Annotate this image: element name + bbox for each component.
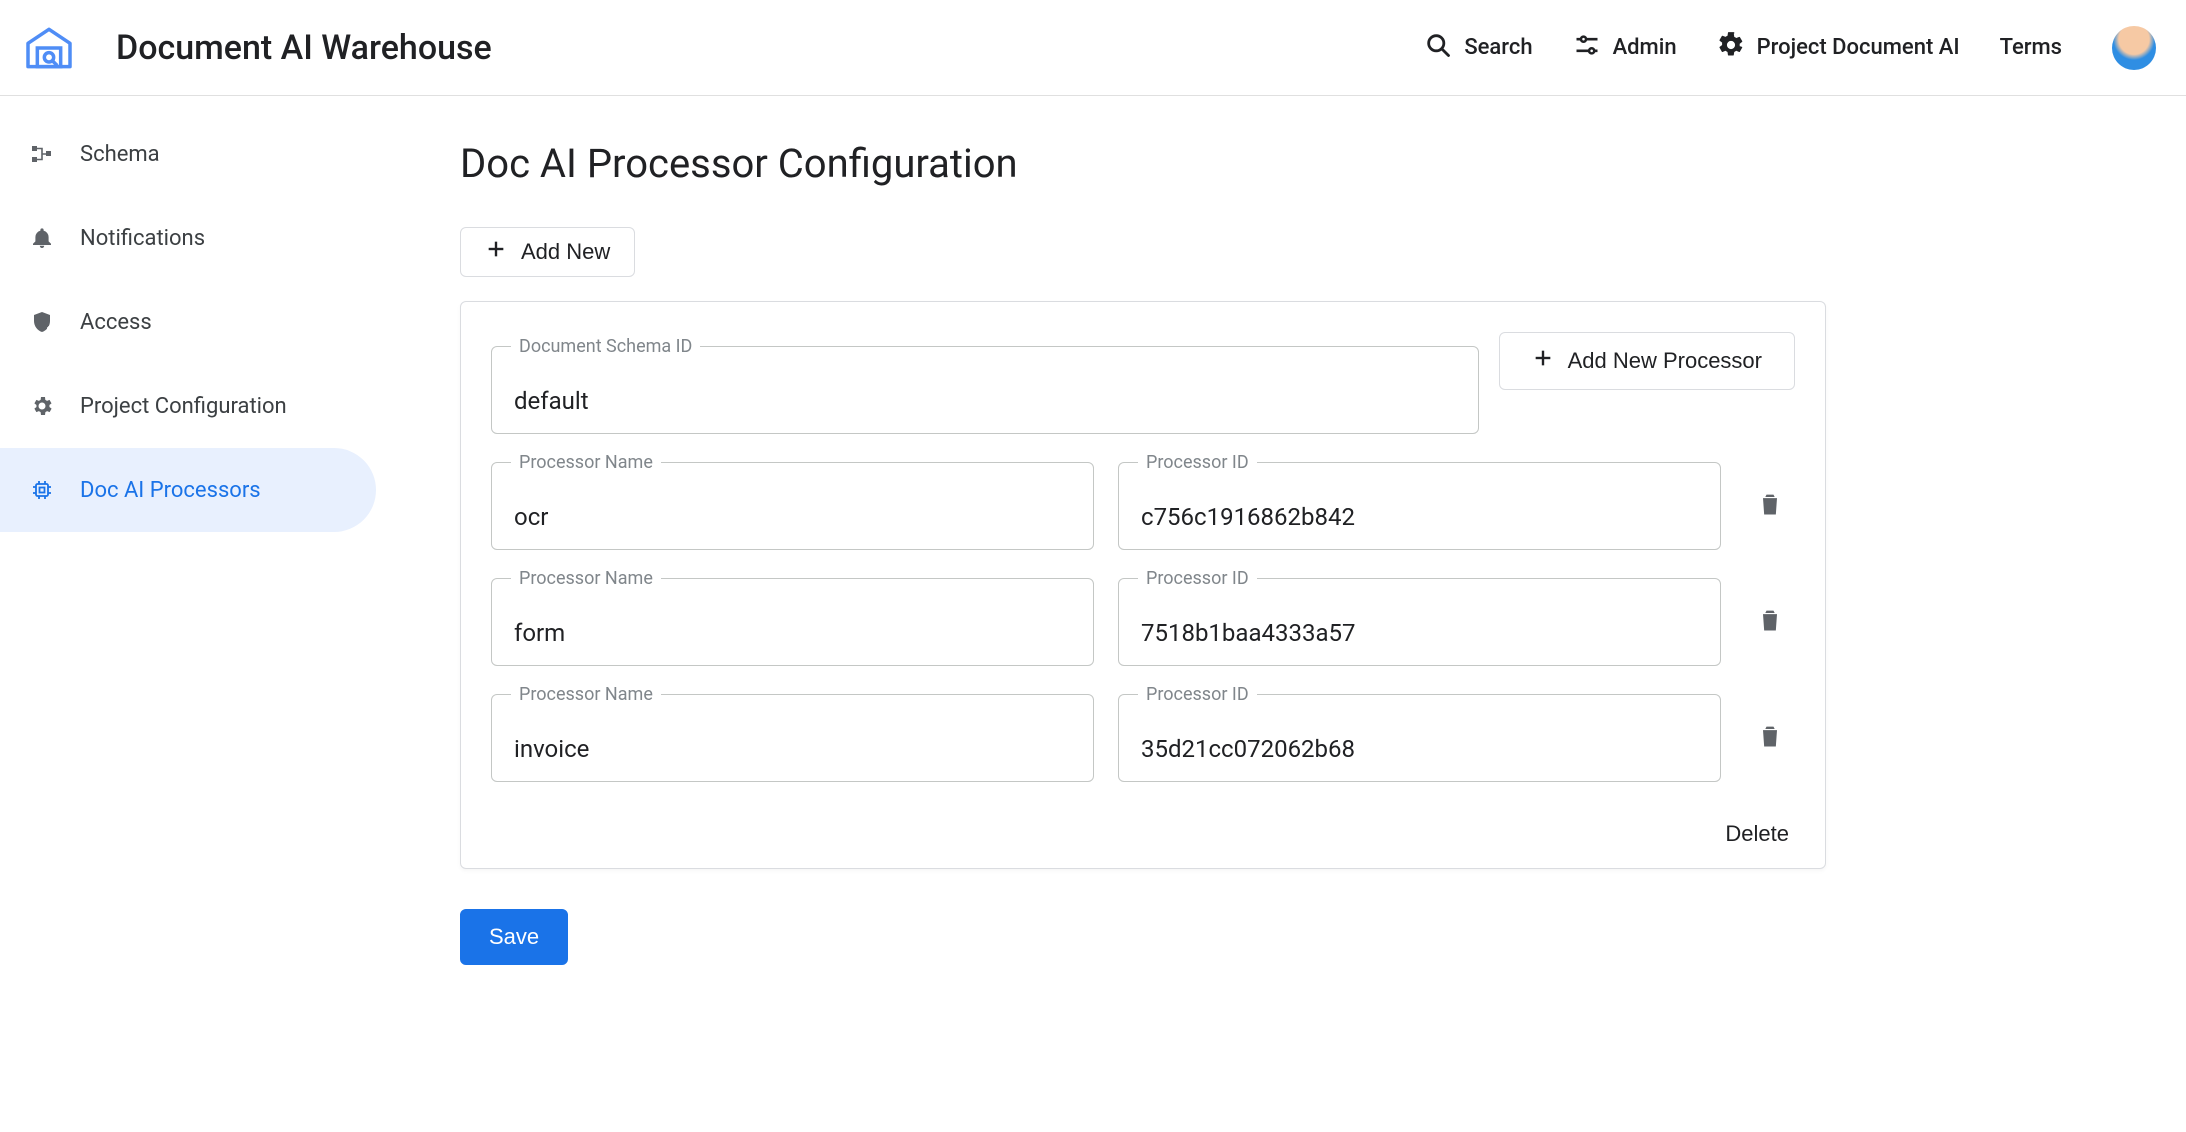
gear-icon — [28, 394, 56, 418]
bell-icon — [28, 226, 56, 250]
schema-id-field: Document Schema ID — [491, 346, 1479, 434]
processor-name-input[interactable] — [491, 462, 1094, 550]
sidebar-item-access[interactable]: Access — [0, 280, 376, 364]
processor-name-label: Processor Name — [511, 568, 661, 589]
sidebar-item-label: Access — [80, 310, 152, 335]
warehouse-logo-icon — [18, 17, 80, 79]
processor-name-label: Processor Name — [511, 452, 661, 473]
sidebar-item-notifications[interactable]: Notifications — [0, 196, 376, 280]
delete-processor-button[interactable] — [1745, 606, 1795, 638]
add-new-button[interactable]: Add New — [460, 227, 635, 277]
search-label: Search — [1464, 35, 1532, 60]
search-icon — [1424, 31, 1452, 65]
plus-icon — [1532, 347, 1554, 375]
logo-wrap: Document AI Warehouse — [18, 17, 492, 79]
page-title: Doc AI Processor Configuration — [460, 140, 1826, 187]
processor-id-field: Processor ID — [1118, 694, 1721, 782]
user-avatar[interactable] — [2112, 26, 2156, 70]
sidebar-item-doc-ai-processors[interactable]: Doc AI Processors — [0, 448, 376, 532]
processor-name-label: Processor Name — [511, 684, 661, 705]
trash-icon — [1756, 606, 1784, 638]
chip-icon — [28, 478, 56, 502]
processor-row: Processor Name Processor ID — [491, 564, 1795, 666]
header-actions: Search Admin Project Document AI Terms — [1424, 26, 2156, 70]
processor-id-label: Processor ID — [1138, 568, 1257, 589]
processor-row: Processor Name Processor ID — [491, 448, 1795, 550]
schema-icon — [28, 142, 56, 166]
search-action[interactable]: Search — [1424, 31, 1532, 65]
processor-name-field: Processor Name — [491, 578, 1094, 666]
processor-row: Processor Name Processor ID — [491, 680, 1795, 782]
sidebar-item-label: Schema — [80, 142, 160, 167]
sidebar-item-label: Doc AI Processors — [80, 478, 261, 503]
sidebar-item-schema[interactable]: Schema — [0, 112, 376, 196]
processor-id-field: Processor ID — [1118, 578, 1721, 666]
save-button[interactable]: Save — [460, 909, 568, 965]
delete-processor-button[interactable] — [1745, 722, 1795, 754]
plus-icon — [485, 238, 507, 266]
project-action[interactable]: Project Document AI — [1717, 31, 1960, 65]
delete-card-button[interactable]: Delete — [1719, 820, 1795, 848]
schema-id-label: Document Schema ID — [511, 336, 700, 357]
trash-icon — [1756, 490, 1784, 522]
processor-name-field: Processor Name — [491, 462, 1094, 550]
sidebar: Schema Notifications Access Project Conf… — [0, 96, 380, 1132]
processor-id-field: Processor ID — [1118, 462, 1721, 550]
add-new-processor-label: Add New Processor — [1568, 348, 1762, 374]
delete-processor-button[interactable] — [1745, 490, 1795, 522]
processor-id-label: Processor ID — [1138, 452, 1257, 473]
admin-action[interactable]: Admin — [1573, 31, 1677, 65]
main-content: Doc AI Processor Configuration Add New D… — [380, 96, 2186, 1132]
terms-action[interactable]: Terms — [2000, 35, 2062, 60]
add-new-processor-button[interactable]: Add New Processor — [1499, 332, 1795, 390]
processor-name-field: Processor Name — [491, 694, 1094, 782]
gear-icon — [1717, 31, 1745, 65]
schema-id-input[interactable] — [491, 346, 1479, 434]
shield-plus-icon — [28, 310, 56, 334]
project-label: Project Document AI — [1757, 35, 1960, 60]
processor-config-card: Document Schema ID Add New Processor Pro… — [460, 301, 1826, 869]
sidebar-item-label: Project Configuration — [80, 394, 287, 419]
processor-id-input[interactable] — [1118, 694, 1721, 782]
tune-icon — [1573, 31, 1601, 65]
add-new-label: Add New — [521, 239, 610, 265]
processor-name-input[interactable] — [491, 578, 1094, 666]
processor-id-input[interactable] — [1118, 578, 1721, 666]
terms-label: Terms — [2000, 35, 2062, 60]
processor-id-label: Processor ID — [1138, 684, 1257, 705]
app-title: Document AI Warehouse — [116, 28, 492, 68]
sidebar-item-label: Notifications — [80, 226, 205, 251]
processor-name-input[interactable] — [491, 694, 1094, 782]
trash-icon — [1756, 722, 1784, 754]
sidebar-item-project-config[interactable]: Project Configuration — [0, 364, 376, 448]
admin-label: Admin — [1613, 35, 1677, 60]
processor-id-input[interactable] — [1118, 462, 1721, 550]
app-header: Document AI Warehouse Search Admin — [0, 0, 2186, 96]
